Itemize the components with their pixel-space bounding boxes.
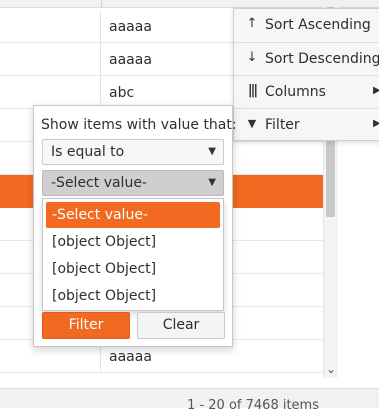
header-column-separator[interactable] <box>101 0 102 7</box>
menu-item-label: Filter <box>265 117 300 133</box>
chevron-down-icon[interactable]: ▼ <box>208 144 216 160</box>
scroll-down-icon[interactable]: ⌄ <box>324 362 338 376</box>
table-cell-value: aaaaa <box>109 52 152 68</box>
menu-item-filter[interactable]: ▼ Filter ▶ <box>234 108 379 140</box>
value-option[interactable]: [object Object] <box>46 283 220 309</box>
value-dropdown-text: -Select value- <box>51 175 147 191</box>
menu-item-label: Sort Descending <box>265 51 379 67</box>
value-dropdown[interactable]: -Select value- ▼ <box>42 170 224 196</box>
menu-item-label: Columns <box>265 84 326 100</box>
arrow-down-icon: ↓ <box>246 50 258 65</box>
operator-dropdown[interactable]: Is equal to ▼ <box>42 139 224 165</box>
operator-value: Is equal to <box>51 144 125 160</box>
filter-funnel-icon: ▼ <box>247 117 257 130</box>
grid-pager: 1 - 20 of 7468 items <box>0 388 379 413</box>
submenu-arrow-icon: ▶ <box>373 85 379 96</box>
table-cell[interactable] <box>0 76 101 108</box>
filter-popup: Show items with value that: Is equal to … <box>33 105 237 347</box>
columns-icon: ||| <box>247 83 258 98</box>
menu-item-columns[interactable]: ||| Columns ▶ <box>234 75 379 107</box>
chevron-down-icon[interactable]: ▼ <box>208 175 216 191</box>
column-menu: ↑ Sort Ascending ↓ Sort Descending ||| Column… <box>233 8 379 141</box>
table-cell-value: abc <box>109 85 135 101</box>
table-cell-value: aaaaa <box>109 19 152 35</box>
clear-button[interactable]: Clear <box>137 312 225 339</box>
value-option[interactable]: [object Object] <box>46 256 220 282</box>
filter-button[interactable]: Filter <box>42 312 130 339</box>
table-cell[interactable] <box>0 43 101 75</box>
menu-item-sort-ascending[interactable]: ↑ Sort Ascending <box>234 9 379 41</box>
table-cell[interactable] <box>0 10 101 42</box>
arrow-up-icon: ↑ <box>246 16 258 31</box>
menu-item-label: Sort Ascending <box>265 17 371 33</box>
menu-item-sort-descending[interactable]: ↓ Sort Descending <box>234 42 379 74</box>
value-option[interactable]: -Select value- <box>46 202 220 228</box>
table-cell-value: aaaaa <box>109 349 152 365</box>
value-options-list: -Select value- [object Object] [object Obj… <box>42 198 224 311</box>
submenu-arrow-icon: ▶ <box>373 118 379 129</box>
filter-title: Show items with value that: <box>41 117 237 133</box>
value-option[interactable]: [object Object] <box>46 229 220 255</box>
pager-info: 1 - 20 of 7468 items <box>187 398 319 413</box>
